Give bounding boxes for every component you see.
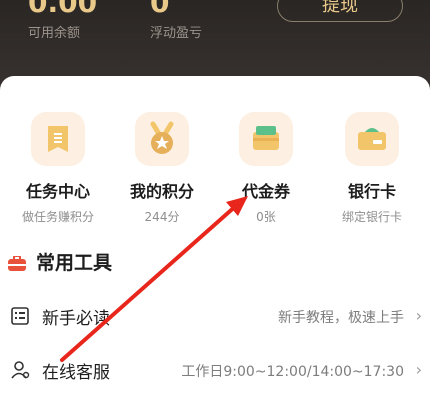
row-description: 新手教程，极速上手	[278, 310, 404, 326]
feature-title: 任务中心	[25, 182, 90, 201]
feature-subtitle: 0张	[256, 210, 276, 224]
row-description: 工作日9:00~12:00/14:00~17:30	[181, 364, 404, 380]
feature-title: 我的积分	[129, 182, 194, 201]
feature-bank-card[interactable]: 银行卡 绑定银行卡	[320, 112, 424, 225]
points-medal-icon	[135, 112, 189, 166]
voucher-icon	[239, 112, 293, 166]
feature-subtitle: 绑定银行卡	[341, 210, 402, 224]
bank-card-icon	[345, 112, 399, 166]
chevron-right-icon: ›	[415, 306, 422, 325]
feature-voucher[interactable]: 代金券 0张	[214, 112, 318, 225]
feature-title: 代金券	[241, 182, 290, 201]
feature-grid: 任务中心 做任务赚积分 我的积分 244分 代金券 0张 银行卡 绑定银行卡	[0, 112, 430, 225]
feature-subtitle: 244分	[144, 210, 180, 224]
feature-my-points[interactable]: 我的积分 244分	[110, 112, 214, 225]
toolbox-icon	[8, 254, 26, 271]
floating-pl-value: 0	[150, 0, 170, 19]
row-title: 新手必读	[42, 309, 110, 329]
feature-subtitle: 做任务赚积分	[21, 210, 94, 224]
guide-icon	[10, 306, 30, 326]
feature-task-center[interactable]: 任务中心 做任务赚积分	[6, 112, 110, 225]
row-title: 在线客服	[42, 363, 110, 383]
main-card: 任务中心 做任务赚积分 我的积分 244分 代金券 0张 银行卡 绑定银行卡 常…	[0, 76, 430, 400]
balance-stat: 0.00 可用余额	[28, 0, 97, 41]
tools-section-title: 常用工具	[8, 248, 112, 275]
withdraw-button[interactable]: 提现	[277, 0, 403, 22]
floating-pl-stat: 0 浮动盈亏	[150, 0, 202, 41]
balance-value: 0.00	[28, 0, 98, 19]
chevron-right-icon: ›	[415, 360, 422, 379]
tool-row-online-support[interactable]: 在线客服 工作日9:00~12:00/14:00~17:30 ›	[0, 348, 430, 392]
tool-row-beginner-guide[interactable]: 新手必读 新手教程，极速上手 ›	[0, 294, 430, 338]
feature-title: 银行卡	[347, 182, 396, 201]
task-center-icon	[31, 112, 85, 166]
customer-service-icon	[10, 360, 30, 380]
tools-title-text: 常用工具	[36, 252, 113, 274]
balance-label: 可用余额	[28, 26, 81, 41]
floating-pl-label: 浮动盈亏	[150, 26, 203, 41]
